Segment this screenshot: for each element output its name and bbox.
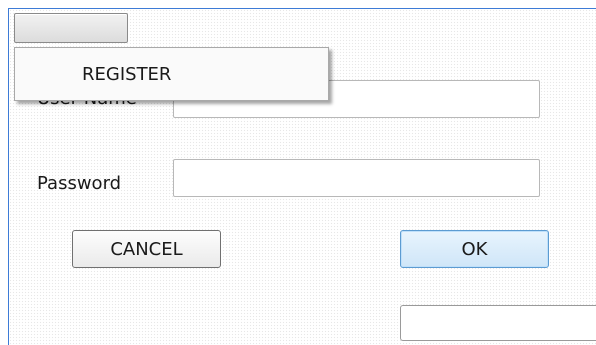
password-input[interactable] xyxy=(173,159,540,197)
password-label: Password xyxy=(37,173,122,194)
menu-item-register[interactable]: REGISTER xyxy=(15,48,328,100)
menu-dropdown: REGISTER xyxy=(14,47,329,101)
menu-button[interactable] xyxy=(14,13,128,43)
status-field xyxy=(400,305,596,341)
ok-button[interactable]: OK xyxy=(400,230,549,268)
cancel-button[interactable]: CANCEL xyxy=(72,230,221,268)
